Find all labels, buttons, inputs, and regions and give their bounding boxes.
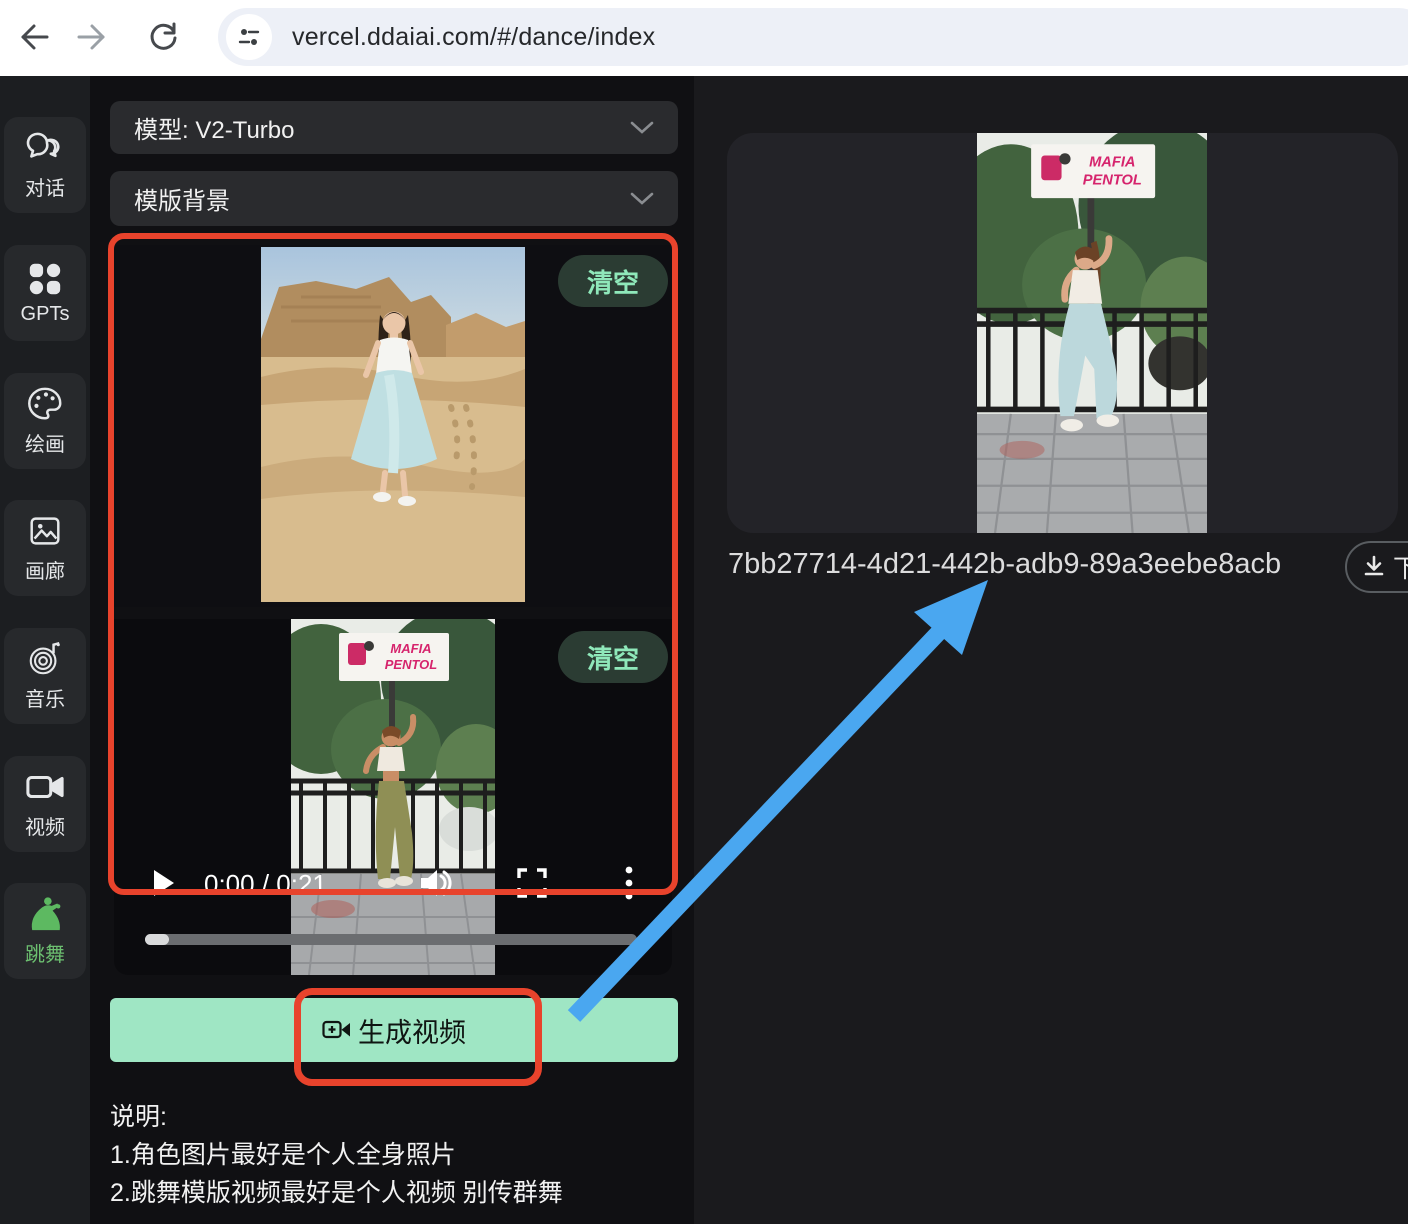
template-background-dropdown[interactable]: 模版背景 bbox=[110, 171, 678, 226]
chevron-down-icon bbox=[630, 192, 654, 206]
sidebar: 对话 GPTs 绘画 bbox=[0, 76, 90, 1224]
character-photo bbox=[261, 247, 525, 602]
kebab-menu-icon bbox=[625, 866, 633, 900]
chevron-down-icon bbox=[630, 121, 654, 135]
template-video-frame: MAFIA PENTOL bbox=[291, 619, 495, 975]
sign-text: PENTOL bbox=[385, 657, 438, 672]
music-icon bbox=[25, 640, 65, 678]
result-panel: MAFIA PENTOL bbox=[694, 76, 1408, 1224]
sign-text: MAFIA bbox=[390, 641, 431, 656]
instructions-line-2: 2.跳舞模版视频最好是个人视频 别传群舞 bbox=[110, 1174, 563, 1212]
sidebar-item-label: 画廊 bbox=[25, 555, 65, 584]
tune-icon bbox=[237, 25, 261, 49]
app-content: 对话 GPTs 绘画 bbox=[0, 76, 1408, 1224]
chat-icon bbox=[25, 129, 65, 167]
video-controls: 0:00 / 0:21 bbox=[114, 857, 672, 909]
fullscreen-button[interactable] bbox=[512, 865, 552, 901]
download-button[interactable]: 下 bbox=[1345, 541, 1408, 593]
sidebar-item-gpts[interactable]: GPTs bbox=[4, 245, 86, 341]
sidebar-item-paint[interactable]: 绘画 bbox=[4, 373, 86, 469]
dance-icon bbox=[25, 895, 65, 933]
template-dropdown-value: 模版背景 bbox=[134, 181, 230, 216]
site-settings-icon[interactable] bbox=[226, 14, 272, 60]
instructions: 说明: 1.角色图片最好是个人全身照片 2.跳舞模版视频最好是个人视频 别传群舞 bbox=[110, 1098, 563, 1212]
result-filename: 7bb27714-4d21-442b-adb9-89a3eebe8acb bbox=[728, 548, 1281, 581]
sidebar-item-label: GPTs bbox=[21, 303, 70, 326]
back-arrow-icon bbox=[18, 20, 52, 54]
video-icon bbox=[24, 768, 66, 806]
generate-video-label: 生成视频 bbox=[358, 1011, 466, 1050]
sidebar-item-video[interactable]: 视频 bbox=[4, 756, 86, 852]
forward-button[interactable] bbox=[68, 14, 114, 60]
sign-text: PENTOL bbox=[1083, 173, 1142, 189]
character-image-slot[interactable]: 清空 bbox=[114, 245, 672, 607]
sidebar-item-gallery[interactable]: 画廊 bbox=[4, 500, 86, 596]
url-bar[interactable]: vercel.ddaiai.com/#/dance/index bbox=[218, 8, 1408, 66]
gpts-icon bbox=[26, 260, 64, 298]
result-video[interactable]: MAFIA PENTOL bbox=[977, 133, 1207, 533]
more-options-button[interactable] bbox=[614, 863, 644, 903]
download-icon bbox=[1362, 555, 1386, 579]
volume-icon bbox=[419, 868, 453, 898]
palette-icon bbox=[25, 385, 65, 423]
sidebar-item-chat[interactable]: 对话 bbox=[4, 117, 86, 213]
video-time: 0:00 / 0:21 bbox=[204, 869, 327, 900]
sidebar-item-label: 视频 bbox=[25, 811, 65, 840]
play-button[interactable] bbox=[144, 863, 184, 903]
forward-arrow-icon bbox=[74, 20, 108, 54]
template-video-player[interactable]: MAFIA PENTOL bbox=[114, 619, 672, 975]
reload-button[interactable] bbox=[140, 14, 186, 60]
sidebar-item-music[interactable]: 音乐 bbox=[4, 628, 86, 724]
sidebar-item-label: 绘画 bbox=[25, 428, 65, 457]
reload-icon bbox=[146, 20, 180, 54]
sidebar-item-label: 音乐 bbox=[25, 683, 65, 712]
instructions-line-1: 1.角色图片最好是个人全身照片 bbox=[110, 1136, 563, 1174]
browser-window: vercel.ddaiai.com/#/dance/index 对话 GPTs bbox=[0, 0, 1408, 1224]
play-icon bbox=[152, 869, 176, 897]
dance-config-panel: 模型: V2-Turbo 模版背景 bbox=[90, 76, 694, 1224]
sidebar-item-dance[interactable]: 跳舞 bbox=[4, 883, 86, 979]
url-text: vercel.ddaiai.com/#/dance/index bbox=[292, 23, 655, 52]
generate-video-icon bbox=[322, 1018, 352, 1042]
instructions-title: 说明: bbox=[110, 1098, 563, 1136]
clear-video-button[interactable]: 清空 bbox=[558, 631, 668, 683]
generate-video-button[interactable]: 生成视频 bbox=[110, 998, 678, 1062]
browser-toolbar: vercel.ddaiai.com/#/dance/index bbox=[0, 0, 1408, 76]
download-label: 下 bbox=[1393, 549, 1408, 585]
clear-image-button[interactable]: 清空 bbox=[558, 255, 668, 307]
sidebar-item-label: 对话 bbox=[25, 172, 65, 201]
sign-text: MAFIA bbox=[1089, 155, 1135, 171]
volume-button[interactable] bbox=[414, 863, 458, 903]
model-dropdown[interactable]: 模型: V2-Turbo bbox=[110, 101, 678, 154]
video-progress-bar[interactable] bbox=[145, 934, 637, 945]
sidebar-item-label: 跳舞 bbox=[25, 938, 65, 967]
model-dropdown-value: 模型: V2-Turbo bbox=[134, 110, 295, 145]
back-button[interactable] bbox=[12, 14, 58, 60]
gallery-icon bbox=[25, 512, 65, 550]
fullscreen-icon bbox=[517, 868, 547, 898]
video-progress-fill bbox=[145, 934, 169, 945]
